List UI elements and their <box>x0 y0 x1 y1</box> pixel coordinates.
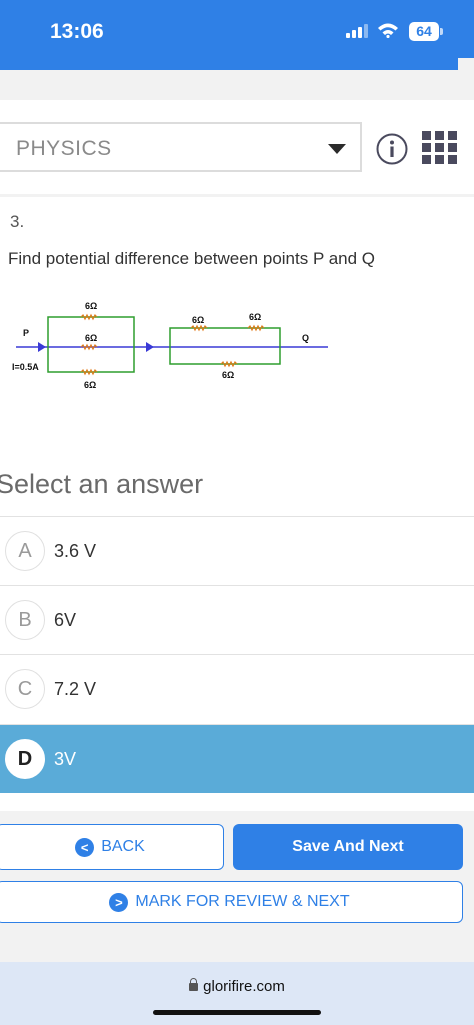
circuit-diagram: P Q I=0.5A 6Ω 6Ω 6Ω 6Ω 6Ω 6Ω <box>12 301 328 390</box>
resistor-label: 6Ω <box>249 312 261 322</box>
browser-url-bar[interactable]: glorifire.com <box>0 962 474 1025</box>
save-and-next-label: Save And Next <box>292 838 404 855</box>
question-number: 3. <box>10 212 25 231</box>
current-label: I=0.5A <box>12 362 39 372</box>
option-text: 7.2 V <box>54 679 97 699</box>
subject-dropdown-label: PHYSICS <box>16 137 112 160</box>
status-bar: 13:06 64 <box>0 0 474 58</box>
answer-option-a[interactable]: A 3.6 V <box>0 516 474 585</box>
info-icon[interactable] <box>376 133 408 165</box>
dropdown-caret-icon <box>328 144 346 154</box>
answer-option-b[interactable]: B 6V <box>0 585 474 654</box>
grid-menu-icon[interactable] <box>422 131 458 165</box>
answer-option-d[interactable]: D 3V <box>0 724 474 793</box>
signal-icon <box>346 24 370 38</box>
resistor-label: 6Ω <box>85 301 97 311</box>
back-button[interactable]: < BACK <box>0 824 224 870</box>
option-text: 6V <box>54 610 77 630</box>
resistor-label: 6Ω <box>192 315 204 325</box>
status-time: 13:06 <box>50 20 104 43</box>
url-text: glorifire.com <box>203 978 285 995</box>
current-arrow-icon <box>146 342 154 352</box>
option-letter: D <box>5 739 45 779</box>
subject-dropdown[interactable]: PHYSICS <box>0 122 362 172</box>
battery-nub <box>440 28 443 35</box>
lock-icon <box>189 978 199 991</box>
mark-for-review-button[interactable]: > MARK FOR REVIEW & NEXT <box>0 881 463 923</box>
point-p-label: P <box>23 328 29 338</box>
battery-icon: 64 <box>409 22 439 41</box>
answer-option-c[interactable]: C 7.2 V <box>0 654 474 723</box>
back-arrow-icon: < <box>75 837 95 857</box>
back-button-label: BACK <box>101 838 145 855</box>
option-text: 3V <box>54 749 77 769</box>
question-text: Find potential difference between points… <box>8 249 376 268</box>
question-panel: 3. Find potential difference between poi… <box>0 197 474 811</box>
option-letter: A <box>5 531 45 571</box>
current-arrow-icon <box>38 342 46 352</box>
select-answer-heading: Select an answer <box>0 469 204 499</box>
option-letter: B <box>5 600 45 640</box>
resistor-label: 6Ω <box>85 333 97 343</box>
mark-for-review-label: MARK FOR REVIEW & NEXT <box>135 893 350 910</box>
resistor-label: 6Ω <box>222 370 234 380</box>
save-and-next-button[interactable]: Save And Next <box>233 824 463 870</box>
resistor-label: 6Ω <box>84 380 96 390</box>
next-arrow-icon: > <box>109 892 129 912</box>
home-indicator[interactable] <box>153 1010 321 1015</box>
header-accent-strip <box>0 58 474 70</box>
wifi-icon <box>378 23 398 38</box>
point-q-label: Q <box>302 333 309 343</box>
option-letter: C <box>5 669 45 709</box>
subject-panel: PHYSICS <box>0 100 474 194</box>
option-text: 3.6 V <box>54 541 97 561</box>
